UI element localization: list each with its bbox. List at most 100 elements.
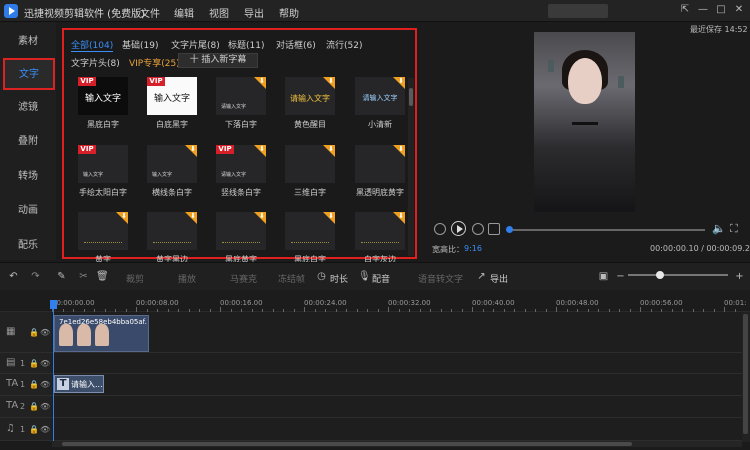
template-thumbnail[interactable]: ⬇ [216,212,266,250]
maximize-button[interactable]: □ [714,3,728,17]
template-thumbnail[interactable]: 输入文字 VIP [78,145,128,183]
close-button[interactable]: ✕ [732,3,746,17]
template-thumbnail[interactable]: 请输入文字 ⬇ [216,77,266,115]
text-clip[interactable]: T 请输入... [54,375,104,393]
fit-timeline-icon[interactable]: ▣ [598,271,609,282]
insert-subtitle-button[interactable]: 十 插入新字幕 [178,53,258,68]
aspect-ratio-value[interactable]: 9:16 [464,244,482,253]
download-icon[interactable]: ⬇ [328,145,334,153]
category-popular[interactable]: 流行(52) [326,38,362,51]
timeline-track[interactable]: TA 2 🔒 👁 [0,396,742,418]
template-thumbnail[interactable]: ⬇ [285,212,335,250]
lock-icon[interactable]: 🔒 [29,380,39,389]
download-icon[interactable]: ⬇ [259,145,265,153]
menu-file[interactable]: 文件 [140,5,160,20]
template-thumbnail[interactable]: 请输入文字 ⬇ [285,77,335,115]
template-thumbnail[interactable]: ⬇ [285,145,335,183]
template-thumbnail[interactable]: ⬇ [78,212,128,250]
timeline-hscroll-thumb[interactable] [62,442,632,446]
template-thumbnail[interactable]: 输入文字 ⬇ [147,145,197,183]
timeline-track[interactable]: ▤ 1 🔒 👁 [0,353,742,374]
panel-scroll-thumb[interactable] [409,88,413,106]
playback-speed-button[interactable]: 播放 [178,272,196,285]
template-thumbnail[interactable]: 输入文字 VIP [147,77,197,115]
delete-icon[interactable]: 🗑 [96,271,109,282]
edit-icon[interactable]: ✎ [56,271,67,282]
sidebar-item-transition[interactable]: 转场 [0,163,56,191]
sidebar-item-animation[interactable]: 动画 [0,197,56,225]
crop-button[interactable]: 裁剪 [126,272,144,285]
lock-icon[interactable]: 🔒 [29,359,39,368]
menu-help[interactable]: 帮助 [279,5,299,20]
dubbing-button[interactable]: 配音 [372,272,390,285]
zoom-slider-track[interactable] [628,274,728,276]
visibility-icon[interactable]: 👁 [40,380,50,389]
template-thumbnail[interactable]: ⬇ [147,212,197,250]
account-area[interactable] [548,4,608,18]
lock-icon[interactable]: 🔒 [29,425,39,434]
playback-progress-handle[interactable] [506,226,513,233]
sidebar-item-media[interactable]: 素材 [0,28,56,56]
lock-icon[interactable]: 🔒 [29,402,39,411]
video-clip[interactable]: 7e1ed26e58eb4bba05af... [54,315,149,352]
category-dialog[interactable]: 对话框(6) [276,38,316,51]
timeline-track[interactable]: ♫ 1 🔒 👁 [0,418,742,441]
mosaic-button[interactable]: 马赛克 [230,272,257,285]
timeline-ruler[interactable]: 00:00:00.00 00:00:08.00 00:00:16.00 00:00:2… [0,290,750,312]
timeline-track[interactable]: TA 1 🔒 👁 [0,374,742,396]
undo-icon[interactable]: ↶ [8,271,19,282]
category-title[interactable]: 标题(11) [228,38,264,51]
download-icon[interactable]: ⬇ [259,212,265,220]
fullscreen-icon[interactable]: ⛶ [730,222,738,236]
skin-icon[interactable]: ⇱ [678,3,692,17]
menu-view[interactable]: 视图 [209,5,229,20]
download-icon[interactable]: ⬇ [190,212,196,220]
visibility-icon[interactable]: 👁 [40,328,50,337]
speech-to-text-button[interactable]: 语音转文字 [418,272,463,285]
template-thumbnail[interactable]: 请输入文字 VIP ⬇ [216,145,266,183]
freeze-frame-button[interactable]: 冻结帧 [278,272,305,285]
category-vip[interactable]: VIP专享(25) [129,56,180,69]
zoom-slider-handle[interactable] [656,271,664,279]
prev-frame-button[interactable] [434,223,446,235]
download-icon[interactable]: ⬇ [328,212,334,220]
lock-icon[interactable]: 🔒 [29,328,39,337]
download-icon[interactable]: ⬇ [398,145,404,153]
redo-icon[interactable]: ↷ [30,271,41,282]
panel-scrollbar[interactable] [408,78,414,256]
visibility-icon[interactable]: 👁 [40,359,50,368]
category-opening[interactable]: 文字片头(8) [71,56,120,69]
template-thumbnail[interactable]: 输入文字 VIP [78,77,128,115]
visibility-icon[interactable]: 👁 [40,425,50,434]
download-icon[interactable]: ⬇ [398,212,404,220]
category-ending[interactable]: 文字片尾(8) [171,38,220,51]
minimize-button[interactable]: — [696,3,710,17]
sidebar-item-filter[interactable]: 滤镜 [0,94,56,122]
category-basic[interactable]: 基础(19) [122,38,158,51]
playback-progress-track[interactable] [509,229,705,231]
playhead-handle[interactable] [50,300,57,309]
play-button[interactable] [451,221,466,236]
timeline-vscroll-thumb[interactable] [743,314,748,434]
download-icon[interactable]: ⬇ [190,145,196,153]
playhead[interactable] [53,300,54,442]
sidebar-item-overlay[interactable]: 叠附 [0,128,56,156]
template-thumbnail[interactable]: ⬇ [355,145,405,183]
export-button[interactable]: 导出 [490,272,508,285]
duration-button[interactable]: 时长 [330,272,348,285]
menu-edit[interactable]: 编辑 [174,5,194,20]
zoom-in-icon[interactable]: + [734,271,745,282]
download-icon[interactable]: ⬇ [259,77,265,85]
menu-export[interactable]: 导出 [244,5,264,20]
template-thumbnail[interactable]: ⬇ [355,212,405,250]
download-icon[interactable]: ⬇ [328,77,334,85]
sidebar-item-music[interactable]: 配乐 [0,232,56,260]
download-icon[interactable]: ⬇ [398,77,404,85]
sidebar-item-text[interactable]: 文字 [3,58,55,90]
volume-icon[interactable]: 🔈 [712,222,726,235]
visibility-icon[interactable]: 👁 [40,402,50,411]
template-thumbnail[interactable]: 请输入文字 ⬇ [355,77,405,115]
split-icon[interactable]: ✂ [78,271,89,282]
zoom-out-icon[interactable]: − [615,271,626,282]
stop-button[interactable] [488,223,500,235]
